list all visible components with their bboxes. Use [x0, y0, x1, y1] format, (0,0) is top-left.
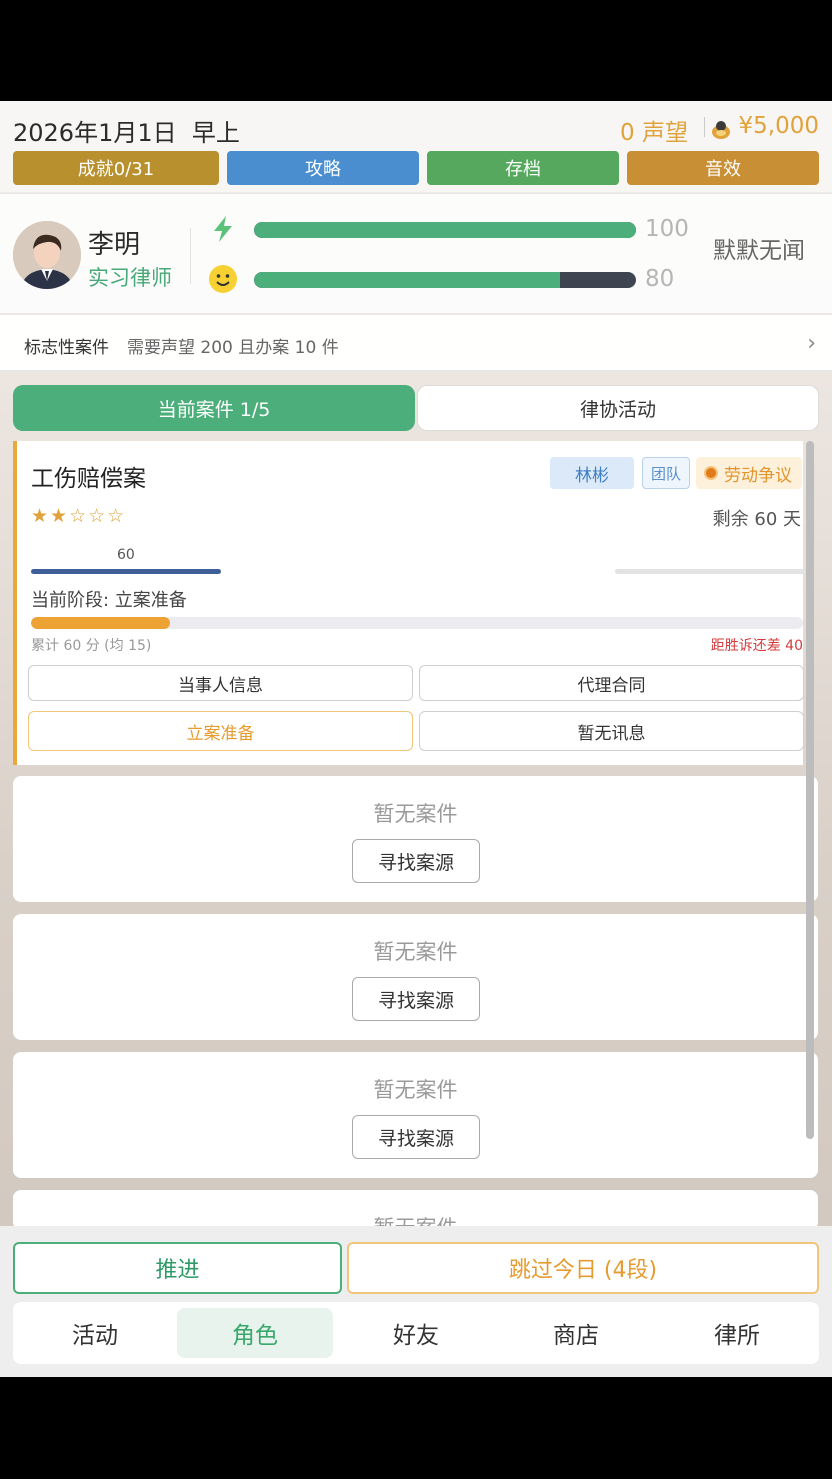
- nav-shop[interactable]: 商店: [496, 1302, 656, 1364]
- chevron-right-icon: ›: [807, 331, 816, 356]
- guide-button[interactable]: 攻略: [227, 151, 419, 185]
- stage-progress-bar: [31, 617, 803, 629]
- progress-bar-right: [615, 569, 805, 574]
- find-case-button[interactable]: 寻找案源: [352, 977, 480, 1021]
- game-date: 2026年1月1日 早上: [13, 119, 240, 147]
- empty-case-label: 暂无案件: [373, 940, 458, 964]
- nav-character[interactable]: 角色: [177, 1308, 333, 1358]
- nav-law-firm[interactable]: 律所: [657, 1302, 817, 1364]
- team-tag: 团队: [642, 457, 690, 489]
- case-title: 工伤赔偿案: [31, 466, 146, 492]
- empty-case-slot: 暂无案件 寻找案源: [13, 1052, 818, 1178]
- progress-bar-left: [31, 569, 221, 574]
- filing-prep-button[interactable]: 立案准备: [28, 711, 413, 751]
- bottom-nav: 活动 角色 好友 商店 律所: [13, 1302, 819, 1364]
- current-stage: 当前阶段: 立案准备: [31, 590, 187, 611]
- app-screen: 2026年1月1日 早上 0 声望 ¥5,000 成就0/31 攻略 存档 音效…: [0, 101, 832, 1377]
- empty-case-slot: 暂无案件 寻找案源: [13, 914, 818, 1040]
- save-button[interactable]: 存档: [427, 151, 619, 185]
- tab-current-cases[interactable]: 当前案件 1/5: [13, 385, 415, 431]
- top-bar: 2026年1月1日 早上 0 声望 ¥5,000 成就0/31 攻略 存档 音效: [0, 101, 832, 192]
- lightning-icon: [214, 216, 232, 242]
- achievements-button[interactable]: 成就0/31: [13, 151, 219, 185]
- character-name: 李明: [88, 230, 141, 260]
- money-bag-icon: [712, 121, 730, 139]
- advance-button[interactable]: 推进: [13, 1242, 342, 1294]
- energy-value: 100: [645, 216, 689, 242]
- case-card: 工伤赔偿案 林彬 团队 劳动争议 ★★☆☆☆ 剩余 60 天 60 当前阶段: …: [13, 441, 805, 765]
- header-divider: [704, 117, 705, 137]
- character-title: 实习律师: [88, 266, 172, 290]
- milestone-case-row[interactable]: 标志性案件 需要声望 200 且办案 10 件 ›: [0, 314, 832, 371]
- empty-case-label: 暂无案件: [373, 802, 458, 826]
- nav-friends[interactable]: 好友: [336, 1302, 496, 1364]
- case-type-label: 劳动争议: [724, 465, 792, 486]
- win-gap: 距胜诉还差 40: [710, 638, 803, 654]
- nav-activities[interactable]: 活动: [15, 1302, 175, 1364]
- energy-bar: [254, 222, 636, 238]
- progress-value: 60: [117, 547, 135, 563]
- reputation-counter: 0 声望: [620, 120, 688, 146]
- avatar[interactable]: [13, 221, 81, 289]
- lawyer-tag: 林彬: [550, 457, 634, 489]
- agency-contract-button[interactable]: 代理合同: [419, 665, 804, 701]
- tab-bar-association[interactable]: 律协活动: [417, 385, 819, 431]
- fame-status: 默默无闻: [713, 238, 805, 264]
- empty-case-label: 暂无案件: [373, 1078, 458, 1102]
- client-info-button[interactable]: 当事人信息: [28, 665, 413, 701]
- character-profile: 李明 实习律师 100 80 默默无闻: [0, 193, 832, 313]
- milestone-title: 标志性案件: [24, 338, 109, 358]
- find-case-button[interactable]: 寻找案源: [352, 1115, 480, 1159]
- empty-case-slot: 暂无案件 寻找案源: [13, 776, 818, 902]
- cumulative-score: 累计 60 分 (均 15): [31, 638, 152, 654]
- scrollbar[interactable]: [806, 441, 814, 1139]
- mood-value: 80: [645, 266, 675, 292]
- money-counter: ¥5,000: [738, 113, 819, 139]
- case-type-tag: 劳动争议: [696, 457, 802, 489]
- empty-case-slot: 暂无案件: [13, 1190, 818, 1230]
- milestone-requirement: 需要声望 200 且办案 10 件: [127, 338, 339, 358]
- difficulty-stars: ★★☆☆☆: [31, 505, 127, 527]
- sound-button[interactable]: 音效: [627, 151, 819, 185]
- days-remaining: 剩余 60 天: [712, 509, 801, 530]
- smiley-icon: [209, 265, 237, 293]
- find-case-button[interactable]: 寻找案源: [352, 839, 480, 883]
- profile-divider: [190, 228, 191, 284]
- case-type-dot-icon: [706, 468, 716, 478]
- bottom-panel: 推进 跳过今日 (4段) 活动 角色 好友 商店 律所: [0, 1226, 832, 1377]
- no-message-button[interactable]: 暂无讯息: [419, 711, 804, 751]
- mood-bar: [254, 272, 636, 288]
- skip-day-button[interactable]: 跳过今日 (4段): [347, 1242, 819, 1294]
